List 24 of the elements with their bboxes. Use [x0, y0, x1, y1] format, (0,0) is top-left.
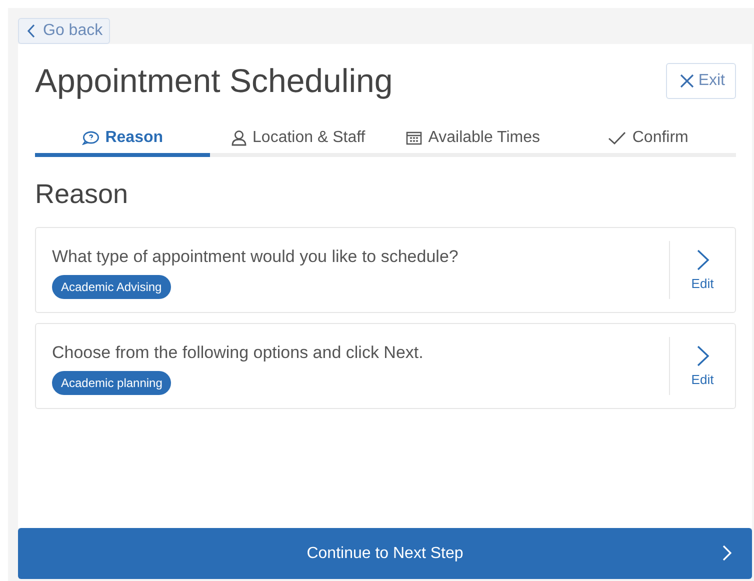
page-title: Appointment Scheduling — [35, 62, 393, 100]
answer-tag: Academic planning — [52, 371, 172, 395]
edit-button[interactable]: Edit — [669, 241, 735, 299]
checkmark-icon — [608, 131, 626, 145]
step-tab[interactable]: Reason — [35, 129, 210, 157]
back-button[interactable]: Go back — [18, 18, 110, 44]
edit-button[interactable]: Edit — [669, 337, 735, 395]
chevron-right-icon — [722, 545, 732, 561]
step-tab[interactable]: Confirm — [560, 129, 736, 157]
section-title: Reason — [35, 179, 130, 210]
chevron-left-icon — [27, 24, 36, 38]
chevron-right-icon — [696, 345, 710, 367]
close-icon — [680, 74, 694, 88]
chevron-right-icon — [696, 249, 710, 271]
speech-bubble-icon — [82, 131, 100, 145]
answer-tag: Academic Advising — [52, 275, 171, 299]
continue-button[interactable]: Continue to Next Step — [18, 528, 752, 579]
question-text: What type of appointment would you like to schedule? — [52, 247, 460, 267]
person-icon — [230, 130, 247, 146]
exit-button[interactable]: Exit — [666, 63, 736, 99]
calendar-icon — [406, 131, 422, 145]
step-tab[interactable]: Available Times — [386, 129, 561, 157]
question-text: Choose from the following options and click Next. — [52, 343, 424, 363]
step-tab[interactable]: Location & Staff — [210, 129, 386, 157]
